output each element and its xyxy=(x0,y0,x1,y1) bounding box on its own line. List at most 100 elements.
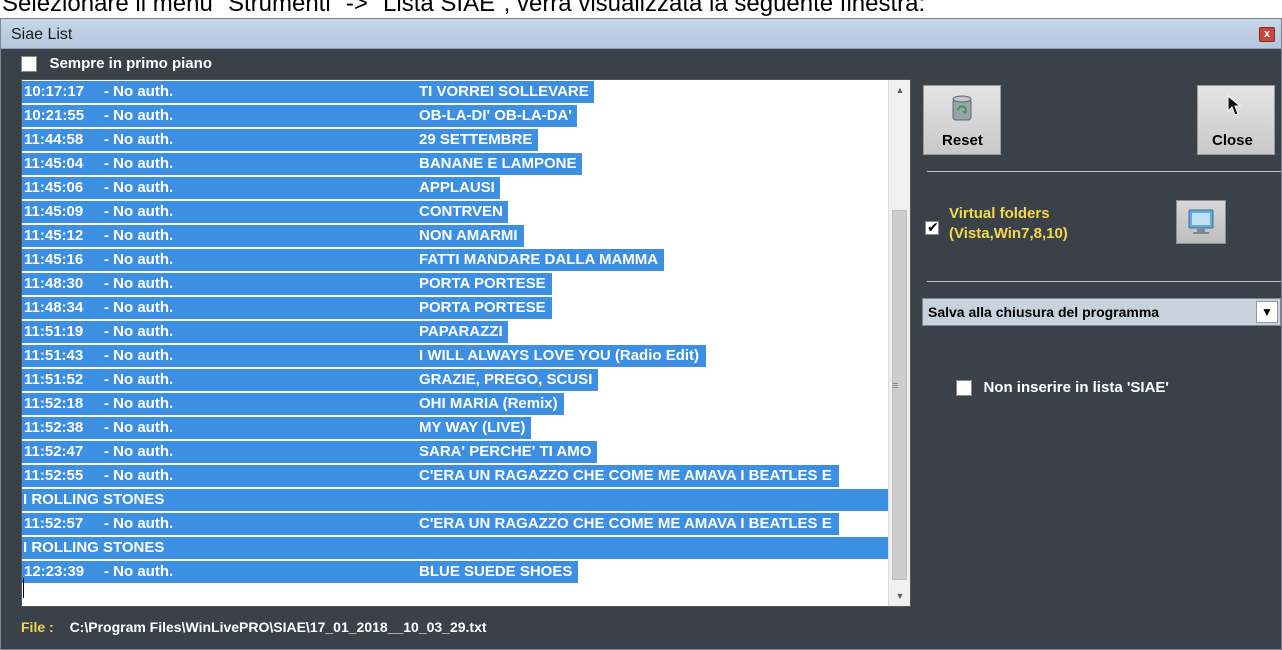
list-item[interactable]: 11:45:12 - No auth. NON AMARMI xyxy=(22,224,888,248)
entry-time: 11:51:43 xyxy=(24,347,84,364)
entry-title: SARA' PERCHE' TI AMO xyxy=(419,443,592,460)
entry-time: 11:52:18 xyxy=(24,395,84,412)
virtual-folders-label: Virtual folders (Vista,Win7,8,10) xyxy=(949,204,1068,244)
window-close-icon[interactable]: x xyxy=(1259,27,1275,42)
entry-time: 11:45:04 xyxy=(24,155,84,172)
entry-title: I WILL ALWAYS LOVE YOU (Radio Edit) xyxy=(419,347,700,364)
list-item[interactable]: 10:21:55 - No auth. OB-LA-DI' OB-LA-DA' xyxy=(22,104,888,128)
list-item[interactable]: 11:48:34 - No auth. PORTA PORTESE xyxy=(22,296,888,320)
title-bar[interactable]: Siae List x xyxy=(1,19,1281,49)
reset-button[interactable]: Reset xyxy=(923,85,1001,155)
list-item[interactable]: 11:52:55 - No auth. C'ERA UN RAGAZZO CHE C… xyxy=(22,464,888,488)
entry-title: FATTI MANDARE DALLA MAMMA xyxy=(419,251,659,268)
entry-title: C'ERA UN RAGAZZO CHE COME ME AMAVA I BEA… xyxy=(419,467,832,484)
entry-time: 10:21:55 xyxy=(24,107,85,124)
entry-time: 11:45:06 xyxy=(24,179,84,196)
list-item[interactable]: 12:23:39 - No auth. BLUE SUEDE SHOES xyxy=(22,560,888,584)
exclude-siae-checkbox[interactable] xyxy=(956,379,972,396)
entry-author: - No auth. xyxy=(104,179,174,196)
entry-author: - No auth. xyxy=(104,251,174,268)
entry-author: - No auth. xyxy=(104,227,174,244)
list-item[interactable]: 11:45:16 - No auth. FATTI MANDARE DALLA MA… xyxy=(22,248,888,272)
entry-author: - No auth. xyxy=(104,443,174,460)
entry-title: 29 SETTEMBRE xyxy=(419,131,533,148)
chevron-down-icon[interactable]: ▼ xyxy=(1256,301,1278,323)
entry-time: 11:45:12 xyxy=(24,227,84,244)
list-item[interactable]: 10:17:17 - No auth. TI VORREI SOLLEVARE xyxy=(22,80,888,104)
list-item[interactable]: 11:51:19 - No auth. PAPARAZZI xyxy=(22,320,888,344)
save-mode-select[interactable]: Salva alla chiusura del programma ▼ xyxy=(922,298,1281,326)
document-caption: Selezionare il menu "Strumenti" -> "List… xyxy=(2,0,926,17)
entry-author: - No auth. xyxy=(104,131,174,148)
entry-time: 11:45:16 xyxy=(24,251,84,268)
list-item[interactable]: 11:52:57 - No auth. C'ERA UN RAGAZZO CHE C… xyxy=(22,512,888,536)
list-item[interactable]: 11:45:04 - No auth. BANANE E LAMPONE xyxy=(22,152,888,176)
scroll-thumb[interactable] xyxy=(892,210,907,580)
list-item[interactable]: 11:45:06 - No auth. APPLAUSI xyxy=(22,176,888,200)
always-on-top-option[interactable]: Sempre in primo piano xyxy=(21,55,212,77)
entry-title: TI VORREI SOLLEVARE xyxy=(419,83,589,100)
entry-title: OB-LA-DI' OB-LA-DA' xyxy=(419,107,572,124)
entry-time: 11:52:55 xyxy=(24,467,84,484)
siae-list-window: Siae List x Sempre in primo piano 10:17:… xyxy=(0,18,1282,650)
entry-time: 11:52:57 xyxy=(24,515,84,532)
list-item[interactable]: 11:52:47 - No auth. SARA' PERCHE' TI AMO xyxy=(22,440,888,464)
entry-author: - No auth. xyxy=(104,83,174,100)
entry-title: PORTA PORTESE xyxy=(419,275,546,292)
list-item[interactable]: 11:44:58 - No auth. 29 SETTEMBRE xyxy=(22,128,888,152)
scroll-grip-icon: ≡ xyxy=(892,380,899,392)
list-item-continuation[interactable]: I ROLLING STONES xyxy=(22,488,888,512)
siae-entries-list[interactable]: 10:17:17- No auth. TI VORREI SOLLEVARE 10:… xyxy=(21,79,911,607)
entry-author: - No auth. xyxy=(104,299,174,316)
list-item[interactable]: 11:51:43 - No auth. I WILL ALWAYS LOVE YOU… xyxy=(22,344,888,368)
entry-author: - No auth. xyxy=(104,155,174,172)
always-on-top-checkbox[interactable] xyxy=(21,55,37,72)
list-item[interactable]: 11:45:09 - No auth. CONTRVEN xyxy=(22,200,888,224)
virtual-folders-label-line2: (Vista,Win7,8,10) xyxy=(949,225,1068,242)
entry-title: OHI MARIA (Remix) xyxy=(419,395,558,412)
entry-title-continuation: I ROLLING STONES xyxy=(23,491,165,508)
exclude-siae-option[interactable]: Non inserire in lista 'SIAE' xyxy=(956,379,1169,397)
list-item[interactable]: 11:52:38 - No auth. MY WAY (LIVE) xyxy=(22,416,888,440)
entry-author: - No auth. xyxy=(104,347,174,364)
entry-time: 11:52:38 xyxy=(24,419,84,436)
entry-title: PAPARAZZI xyxy=(419,323,503,340)
virtual-folders-button[interactable] xyxy=(1176,200,1226,244)
entry-author: - No auth. xyxy=(104,419,174,436)
entry-author: - No auth. xyxy=(104,371,174,388)
entry-title: PORTA PORTESE xyxy=(419,299,546,316)
divider-1 xyxy=(927,171,1281,172)
list-content: 10:17:17- No auth. TI VORREI SOLLEVARE 10:… xyxy=(22,80,888,606)
list-item[interactable]: 11:52:18 - No auth. OHI MARIA (Remix) xyxy=(22,392,888,416)
entry-time: 11:45:09 xyxy=(24,203,84,220)
entry-author: - No auth. xyxy=(104,467,174,484)
list-item[interactable]: 11:51:52 - No auth. GRAZIE, PREGO, SCUSI xyxy=(22,368,888,392)
close-button[interactable]: Close xyxy=(1197,85,1275,155)
entry-time: 11:48:34 xyxy=(24,299,84,316)
virtual-folders-label-line1: Virtual folders xyxy=(949,205,1050,222)
text-caret xyxy=(23,578,24,598)
entry-title: APPLAUSI xyxy=(419,179,495,196)
close-button-label: Close xyxy=(1212,132,1253,149)
vertical-scrollbar[interactable]: ▲ ≡ ▼ xyxy=(888,80,910,606)
entry-time: 12:23:39 xyxy=(24,563,85,580)
entry-time: 11:51:52 xyxy=(24,371,84,388)
entry-author: - No auth. xyxy=(104,515,174,532)
entry-title: GRAZIE, PREGO, SCUSI xyxy=(419,371,593,388)
entry-title: CONTRVEN xyxy=(419,203,503,220)
scroll-up-icon[interactable]: ▲ xyxy=(889,80,911,100)
entry-time: 11:51:19 xyxy=(24,323,84,340)
scroll-down-icon[interactable]: ▼ xyxy=(889,586,911,606)
save-mode-value: Salva alla chiusura del programma xyxy=(928,304,1160,320)
entry-title: C'ERA UN RAGAZZO CHE COME ME AMAVA I BEA… xyxy=(419,515,832,532)
file-label: File : xyxy=(21,619,54,635)
list-item[interactable]: 11:48:30 - No auth. PORTA PORTESE xyxy=(22,272,888,296)
entry-title: BANANE E LAMPONE xyxy=(419,155,577,172)
entry-author: - No auth. xyxy=(104,323,174,340)
virtual-folders-checkbox[interactable] xyxy=(925,219,939,236)
entry-time: 10:17:17 xyxy=(24,83,85,100)
window-title: Siae List xyxy=(11,26,73,43)
entry-author: - No auth. xyxy=(104,203,174,220)
list-item-continuation[interactable]: I ROLLING STONES xyxy=(22,536,888,560)
entry-author: - No auth. xyxy=(104,395,174,412)
